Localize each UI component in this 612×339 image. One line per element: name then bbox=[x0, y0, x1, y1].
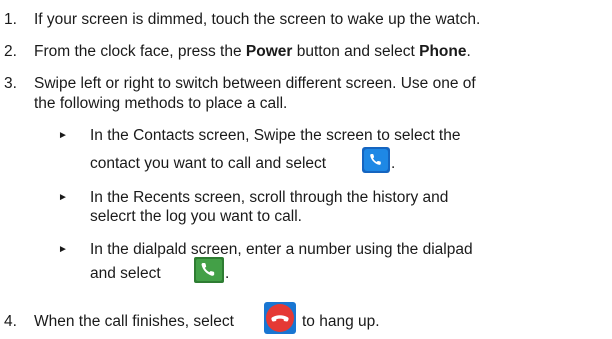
bullet-3-period: . bbox=[225, 265, 230, 282]
step-4-text-b: to hang up. bbox=[302, 313, 380, 330]
step-4-text-a: When the call finishes, select bbox=[34, 313, 234, 330]
step-2-text-c: . bbox=[466, 43, 471, 60]
step-2-power-label: Power bbox=[245, 43, 293, 60]
bullet-1-marker: ► bbox=[58, 130, 68, 141]
bullet-3-marker: ► bbox=[58, 244, 68, 255]
step-2-text: From the clock face, press the Power but… bbox=[34, 42, 471, 62]
step-1-text: If your screen is dimmed, touch the scre… bbox=[34, 11, 481, 28]
step-3-number: 3. bbox=[4, 75, 17, 92]
bullet-2-line-2: selecrt the log you want to call. bbox=[90, 208, 302, 225]
contacts-call-icon bbox=[362, 147, 390, 173]
step-2-phone-label: Phone bbox=[419, 43, 467, 60]
step-4-number: 4. bbox=[4, 313, 17, 330]
step-2-text-b: button and select bbox=[292, 43, 420, 60]
bullet-3-line-1: In the dialpald screen, enter a number u… bbox=[90, 241, 473, 258]
hang-up-icon bbox=[264, 302, 296, 334]
bullet-3-line-2: and select bbox=[90, 265, 161, 282]
step-1-number: 1. bbox=[4, 11, 17, 28]
step-2-number: 2. bbox=[4, 43, 17, 60]
bullet-2-marker: ► bbox=[58, 192, 68, 203]
step-3-line-1: Swipe left or right to switch between di… bbox=[34, 75, 476, 92]
bullet-1-line-2: contact you want to call and select bbox=[90, 155, 327, 172]
dialpad-call-icon bbox=[194, 257, 224, 283]
bullet-1-period: . bbox=[391, 155, 396, 172]
bullet-2-line-1: In the Recents screen, scroll through th… bbox=[90, 189, 449, 206]
step-3-line-2: the following methods to place a call. bbox=[34, 95, 288, 112]
bullet-1-line-1: In the Contacts screen, Swipe the screen… bbox=[90, 127, 461, 144]
step-2-text-a: From the clock face, press the bbox=[34, 43, 246, 60]
